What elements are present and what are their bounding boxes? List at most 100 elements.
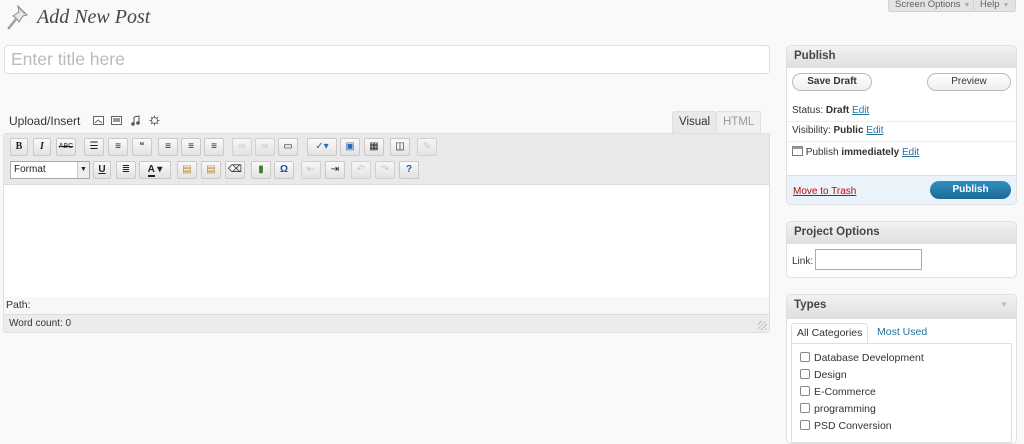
editor-path: Path: [4,297,769,314]
checkbox[interactable] [800,352,810,362]
kitchen-sink-icon[interactable]: ▦ [364,138,384,156]
status-value: Draft [825,105,850,116]
screen-options-label: Screen Options [895,0,961,10]
caret-down-icon: ▼ [1002,2,1010,9]
upload-insert-label: Upload/Insert [9,114,81,128]
underline-button[interactable]: U [93,161,111,179]
list-item[interactable]: E-Commerce [800,386,876,398]
fullscreen-icon[interactable]: ▣ [340,138,360,156]
types-box: Types ▼ All Categories Most Used Databas… [786,294,1017,444]
publish-box-title: Publish [787,46,1016,68]
pushpin-icon [7,4,28,30]
status-row: Status: Draft Edit [792,105,869,116]
outdent-icon[interactable]: ⇤ [301,161,321,179]
clear-formatting-icon[interactable]: ⌫ [225,161,245,179]
visibility-label: Visibility: [792,125,831,136]
media-icon[interactable] [149,115,160,126]
special-character-icon[interactable]: Ω [274,161,294,179]
insert-media-icon[interactable]: ◫ [390,138,410,156]
edit-image-icon[interactable]: ✎ [417,138,437,156]
bullet-list-icon[interactable]: ☰ [84,138,104,156]
caret-down-icon: ▼ [963,2,971,9]
bold-button[interactable]: B [10,138,28,156]
help-label: Help [980,0,1000,10]
checkbox[interactable] [800,386,810,396]
visibility-edit-link[interactable]: Edit [866,125,883,136]
visibility-row: Visibility: Public Edit [792,125,884,136]
list-item[interactable]: PSD Conversion [800,420,892,432]
word-count: Word count: 0 [4,314,769,332]
link-input[interactable] [815,249,922,270]
format-select[interactable]: Format ▼ [10,161,90,179]
status-label: Status: [792,105,824,116]
link-label: Link: [792,256,814,267]
chevron-down-icon: ▼ [77,162,89,178]
audio-icon[interactable] [130,115,141,126]
divider [787,121,1016,122]
video-icon[interactable] [111,115,122,126]
numbered-list-icon[interactable]: ≡ [108,138,128,156]
preview-button[interactable]: Preview [927,73,1011,91]
checkbox[interactable] [800,403,810,413]
align-center-icon[interactable]: ≡ [181,138,201,156]
tab-visual[interactable]: Visual [672,111,718,133]
editor-content-area[interactable] [4,185,769,297]
list-item[interactable]: Database Development [800,352,924,364]
spellcheck-icon[interactable]: ✓▾ [307,138,337,156]
blockquote-icon[interactable]: “ [132,138,152,156]
category-label: PSD Conversion [814,420,892,432]
major-publishing-actions: Move to Trash Publish [787,175,1016,204]
strikethrough-button[interactable]: ABC [56,138,76,156]
publish-time-label: Publish [805,147,839,158]
move-to-trash-link[interactable]: Move to Trash [793,186,856,197]
list-item[interactable]: Design [800,369,847,381]
save-draft-button[interactable]: Save Draft [792,73,872,91]
category-label: Design [814,369,847,381]
publish-time-edit-link[interactable]: Edit [902,147,919,158]
justify-icon[interactable]: ≣ [116,161,136,179]
tab-most-used[interactable]: Most Used [872,323,932,343]
category-label: E-Commerce [814,386,876,398]
align-left-icon[interactable]: ≡ [158,138,178,156]
resize-handle-icon[interactable] [758,321,767,330]
align-right-icon[interactable]: ≡ [204,138,224,156]
page-title: Add New Post [37,6,151,28]
redo-icon[interactable]: ↷ [375,161,395,179]
publish-time-value: immediately [841,147,900,158]
category-label: programming [814,403,876,415]
project-options-title: Project Options [787,222,1016,244]
divider [787,141,1016,142]
italic-button[interactable]: I [33,138,51,156]
collapse-arrow-icon[interactable]: ▼ [1000,300,1008,309]
more-tag-icon[interactable]: ▭ [278,138,298,156]
image-icon[interactable] [93,115,104,126]
paste-word-icon[interactable]: ▤ [201,161,221,179]
link-icon[interactable]: ∞ [232,138,252,156]
visibility-value: Public [833,125,864,136]
tab-all-categories[interactable]: All Categories [791,323,869,343]
unlink-icon[interactable]: ∞ [255,138,275,156]
status-edit-link[interactable]: Edit [852,105,869,116]
help-icon[interactable]: ? [399,161,419,179]
screen-options-tab[interactable]: Screen Options ▼ [888,0,978,12]
editor-toolbar: B I ABC ☰ ≡ “ ≡ ≡ ≡ ∞ ∞ ▭ ✓▾ ▣ ▦ ◫ ✎ For… [4,134,769,185]
project-options-box: Project Options Link: [786,221,1017,278]
indent-icon[interactable]: ⇥ [325,161,345,179]
embed-media-icon[interactable]: ▮ [251,161,271,179]
text-color-icon[interactable]: A ▾ [139,161,171,179]
help-tab[interactable]: Help ▼ [973,0,1017,12]
checkbox[interactable] [800,420,810,430]
paste-text-icon[interactable]: ▤ [177,161,197,179]
post-title-input[interactable]: Enter title here [4,45,770,74]
publish-time-row: Publish immediately Edit [792,145,919,158]
post-editor: B I ABC ☰ ≡ “ ≡ ≡ ≡ ∞ ∞ ▭ ✓▾ ▣ ▦ ◫ ✎ For… [3,133,770,333]
publish-box: Publish Save Draft Preview Status: Draft… [786,45,1017,205]
publish-button[interactable]: Publish [930,181,1011,199]
format-select-value: Format [14,164,46,175]
category-label: Database Development [814,352,924,364]
tab-html[interactable]: HTML [716,111,762,133]
calendar-icon [792,146,803,156]
checkbox[interactable] [800,369,810,379]
list-item[interactable]: programming [800,403,876,415]
undo-icon[interactable]: ↶ [351,161,371,179]
